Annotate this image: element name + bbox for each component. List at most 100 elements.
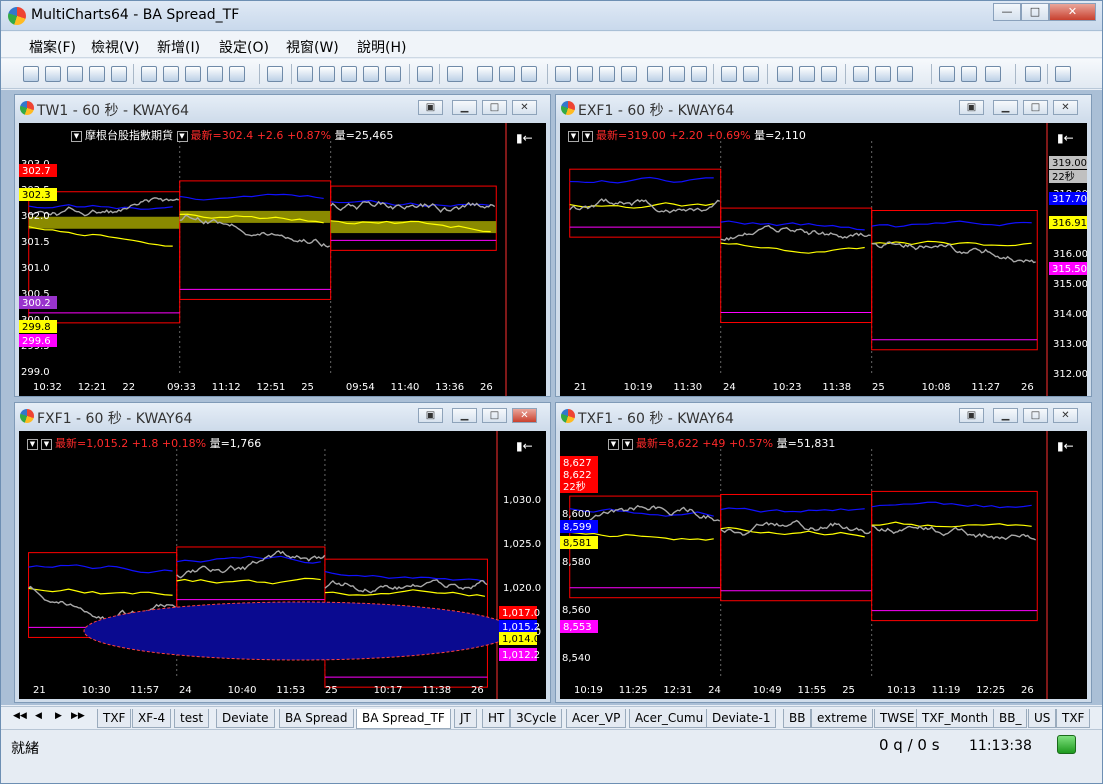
chart-minimize-button[interactable]: ▁ [452,408,477,423]
tab-us[interactable]: US [1028,709,1057,728]
pin-icon[interactable]: ▮← [516,131,533,145]
toolbar-tool-icon[interactable] [821,66,837,82]
toolbar-tool-icon[interactable] [319,66,335,82]
chart-settings-button[interactable]: ▣ [959,100,984,115]
tab-first-icon[interactable]: ◀◀ [13,711,27,721]
chart-window-tw1[interactable]: TW1 - 60 秒 - KWAY64 ▣▁□✕ 303.0302.5302.0… [14,94,551,397]
chart-settings-button[interactable]: ▣ [418,100,443,115]
toolbar-tool-icon[interactable] [961,66,977,82]
chart-dropdown-icon[interactable]: ▼ [27,438,38,450]
tab-last-icon[interactable]: ▶▶ [71,711,85,721]
toolbar-tool-icon[interactable] [141,66,157,82]
toolbar-tool-icon[interactable] [385,66,401,82]
chart-dropdown-icon[interactable]: ▼ [622,438,633,450]
chart-dropdown-icon[interactable]: ▼ [568,130,579,142]
tab-txf-month[interactable]: TXF_Month [916,709,995,728]
tab-deviate[interactable]: Deviate [216,709,275,728]
tab-twse[interactable]: TWSE [874,709,921,728]
toolbar-tool-icon[interactable] [521,66,537,82]
toolbar-tool-icon[interactable] [599,66,615,82]
tab-3cycle[interactable]: 3Cycle [510,709,563,728]
chart-maximize-button[interactable]: □ [1023,408,1048,423]
minimize-button[interactable]: — [993,3,1021,21]
tab-bb-[interactable]: BB_ [993,709,1028,728]
chart-minimize-button[interactable]: ▁ [993,100,1018,115]
chart-minimize-button[interactable]: ▁ [993,408,1018,423]
chart-close-button[interactable]: ✕ [512,100,537,115]
toolbar-tool-icon[interactable] [363,66,379,82]
toolbar-tool-icon[interactable] [297,66,313,82]
toolbar-tool-icon[interactable] [897,66,913,82]
price-chart[interactable]: 8,6208,6008,5808,5608,54010:1911:2512:31… [560,431,1087,699]
toolbar-tool-icon[interactable] [777,66,793,82]
maximize-button[interactable]: □ [1021,3,1049,21]
toolbar-tool-icon[interactable] [89,66,105,82]
toolbar-tool-icon[interactable] [111,66,127,82]
menu-help[interactable]: 說明(H) [357,37,406,57]
chart-dropdown-icon[interactable]: ▼ [176,130,188,142]
tab-acer-cumu[interactable]: Acer_Cumu [629,709,710,728]
tab-extreme[interactable]: extreme [811,709,874,728]
toolbar-tool-icon[interactable] [477,66,493,82]
toolbar-tool-icon[interactable] [67,66,83,82]
toolbar-tool-icon[interactable] [267,66,283,82]
price-chart[interactable]: 1,030.01,025.01,020.01,015.02110:3011:57… [19,431,546,699]
tab-bb[interactable]: BB [783,709,812,728]
tab-deviate-1[interactable]: Deviate-1 [706,709,777,728]
toolbar-tool-icon[interactable] [1055,66,1071,82]
tab-jt[interactable]: JT [454,709,477,728]
tab-acer-vp[interactable]: Acer_VP [566,709,627,728]
chart-dropdown-icon[interactable]: ▼ [71,130,82,142]
toolbar-tool-icon[interactable] [207,66,223,82]
chart-dropdown-icon[interactable]: ▼ [41,438,52,450]
toolbar-tool-icon[interactable] [447,66,463,82]
chart-close-button[interactable]: ✕ [1053,100,1078,115]
chart-maximize-button[interactable]: □ [482,100,507,115]
close-button[interactable]: ✕ [1049,3,1096,21]
pin-icon[interactable]: ▮← [1057,439,1074,453]
chart-maximize-button[interactable]: □ [1023,100,1048,115]
menu-window[interactable]: 視窗(W) [286,37,339,57]
price-chart[interactable]: 319.00318.00317.00316.00315.00314.00313.… [560,123,1087,396]
tab-txf[interactable]: TXF [97,709,132,728]
tab-ba-spread[interactable]: BA Spread [279,709,354,728]
tab-prev-icon[interactable]: ◀ [35,711,42,721]
chart-window-fxf1[interactable]: FXF1 - 60 秒 - KWAY64 ▣ ▁ □ ✕ 1,030.0 1,025.0… [14,402,551,703]
toolbar-tool-icon[interactable] [799,66,815,82]
toolbar-tool-icon[interactable] [939,66,955,82]
tab-txf[interactable]: TXF [1056,709,1091,728]
menu-view[interactable]: 檢視(V) [91,37,140,57]
toolbar-tool-icon[interactable] [163,66,179,82]
chart-minimize-button[interactable]: ▁ [452,100,477,115]
title-bar[interactable]: MultiCharts64 - BA Spread_TF — □ ✕ [1,1,1102,31]
menu-settings[interactable]: 設定(O) [219,37,269,57]
toolbar-tool-icon[interactable] [743,66,759,82]
chart-dropdown-icon[interactable]: ▼ [608,438,619,450]
chart-maximize-button[interactable]: □ [482,408,507,423]
toolbar-tool-icon[interactable] [341,66,357,82]
tab-ba-spread-tf[interactable]: BA Spread_TF [356,709,451,729]
toolbar-tool-icon[interactable] [577,66,593,82]
tab-next-icon[interactable]: ▶ [55,711,62,721]
toolbar-tool-icon[interactable] [721,66,737,82]
pin-icon[interactable]: ▮← [516,439,533,453]
tab-test[interactable]: test [174,709,210,728]
toolbar-tool-icon[interactable] [417,66,433,82]
chart-close-button[interactable]: ✕ [1053,408,1078,423]
tab-xf-4[interactable]: XF-4 [132,709,172,728]
toolbar-tool-icon[interactable] [985,66,1001,82]
toolbar-tool-icon[interactable] [621,66,637,82]
chart-window-exf1[interactable]: EXF1 - 60 秒 - KWAY64 ▣▁□✕ 319.00318.0031… [555,94,1092,397]
toolbar-tool-icon[interactable] [853,66,869,82]
toolbar-tool-icon[interactable] [185,66,201,82]
chart-settings-button[interactable]: ▣ [418,408,443,423]
toolbar-tool-icon[interactable] [229,66,245,82]
toolbar-tool-icon[interactable] [555,66,571,82]
toolbar-tool-icon[interactable] [669,66,685,82]
pin-icon[interactable]: ▮← [1057,131,1074,145]
toolbar-tool-icon[interactable] [499,66,515,82]
menu-insert[interactable]: 新增(I) [157,37,200,57]
toolbar-tool-icon[interactable] [647,66,663,82]
toolbar-tool-icon[interactable] [23,66,39,82]
chart-window-txf1[interactable]: TXF1 - 60 秒 - KWAY64 ▣▁□✕ 8,6208,6008,58… [555,402,1092,703]
